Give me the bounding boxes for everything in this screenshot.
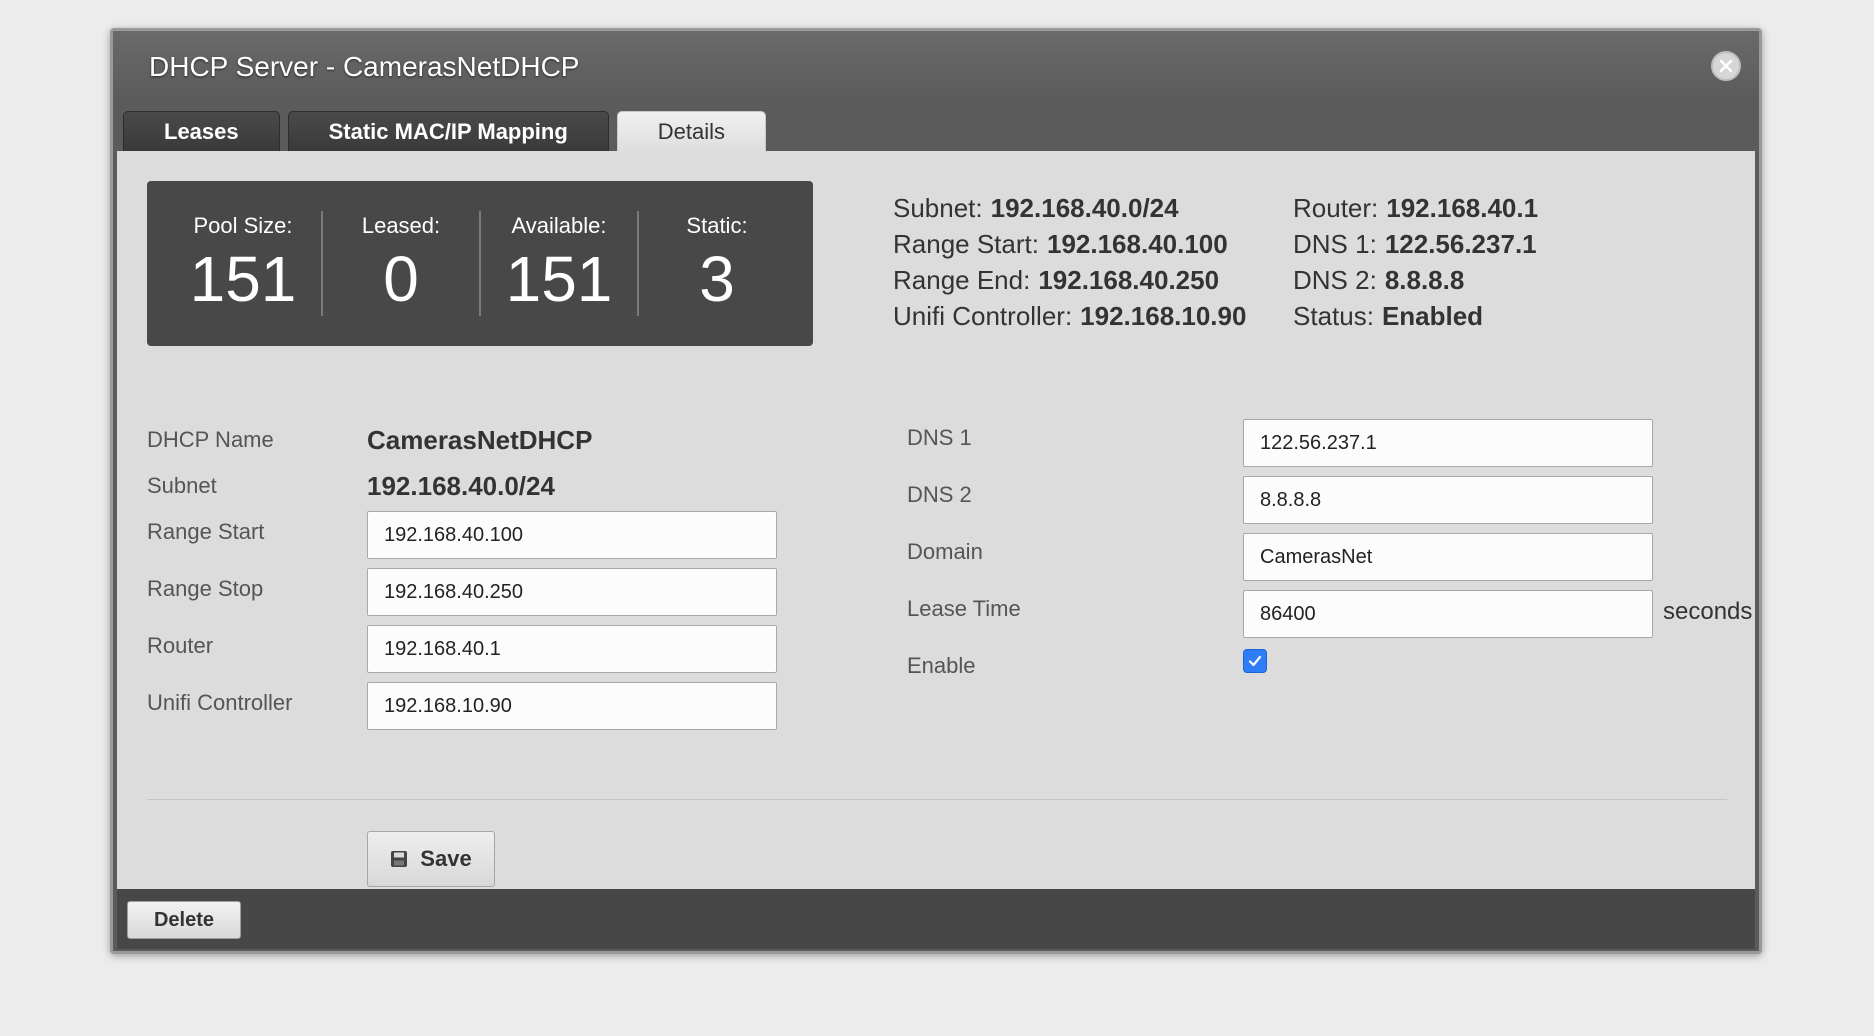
close-button[interactable]	[1711, 51, 1741, 81]
save-label: Save	[420, 846, 472, 871]
field-lease-time: Lease Time seconds	[907, 590, 1752, 647]
router-input[interactable]	[367, 625, 777, 673]
dialog-titlebar: DHCP Server - CamerasNetDHCP	[113, 31, 1759, 103]
form-right-column: DNS 1 DNS 2 Domain Lease Time seconds En…	[907, 419, 1752, 704]
dhcp-server-dialog: DHCP Server - CamerasNetDHCP Leases Stat…	[110, 28, 1762, 954]
lease-time-input[interactable]	[1243, 590, 1653, 638]
pool-stats-panel: Pool Size: 151 Leased: 0 Available: 151 …	[147, 181, 813, 346]
field-dns2: DNS 2	[907, 476, 1707, 533]
range-stop-label: Range Stop	[147, 576, 264, 601]
dns1-input[interactable]	[1243, 419, 1653, 467]
stat-leased: Leased: 0	[323, 211, 481, 316]
summary-dns1: DNS 1: 122.56.237.1	[1293, 229, 1537, 259]
summary-range-end: Range End: 192.168.40.250	[893, 265, 1220, 295]
delete-button[interactable]: Delete	[127, 901, 241, 939]
dialog-title: DHCP Server - CamerasNetDHCP	[149, 51, 580, 82]
field-subnet: Subnet 192.168.40.0/24	[147, 465, 827, 511]
enable-checkbox[interactable]	[1243, 649, 1267, 673]
stat-available: Available: 151	[481, 211, 639, 316]
close-icon	[1719, 59, 1733, 73]
range-start-label: Range Start	[147, 519, 265, 544]
field-range-start: Range Start	[147, 511, 827, 568]
unifi-controller-input[interactable]	[367, 682, 777, 730]
enable-label: Enable	[907, 653, 976, 678]
range-start-input[interactable]	[367, 511, 777, 559]
lease-time-label: Lease Time	[907, 596, 1021, 621]
subnet-label: Subnet	[147, 473, 217, 498]
field-enable: Enable	[907, 647, 1707, 704]
stat-pool-size: Pool Size: 151	[165, 211, 323, 316]
stat-static: Static: 3	[639, 211, 795, 316]
summary-status: Status: Enabled	[1293, 301, 1484, 331]
dns1-label: DNS 1	[907, 425, 972, 450]
dns2-input[interactable]	[1243, 476, 1653, 524]
stat-value: 0	[383, 243, 419, 315]
form-left-column: DHCP Name CamerasNetDHCP Subnet 192.168.…	[147, 419, 827, 739]
lease-time-suffix: seconds	[1663, 598, 1753, 625]
summary-unifi-controller: Unifi Controller: 192.168.10.90	[893, 301, 1247, 331]
summary-dns2: DNS 2: 8.8.8.8	[1293, 265, 1465, 295]
dhcp-name-label: DHCP Name	[147, 427, 274, 452]
summary-router: Router: 192.168.40.1	[1293, 193, 1539, 223]
details-panel: Pool Size: 151 Leased: 0 Available: 151 …	[117, 151, 1755, 889]
checkmark-icon	[1248, 655, 1262, 667]
range-stop-input[interactable]	[367, 568, 777, 616]
field-router: Router	[147, 625, 827, 682]
field-domain: Domain	[907, 533, 1707, 590]
dns2-label: DNS 2	[907, 482, 972, 507]
summary-info: Subnet: 192.168.40.0/24 Router: 192.168.40…	[893, 193, 1593, 333]
tab-static-mac-ip-mapping[interactable]: Static MAC/IP Mapping	[287, 111, 609, 151]
domain-label: Domain	[907, 539, 983, 564]
summary-range-start: Range Start: 192.168.40.100	[893, 229, 1228, 259]
tab-details[interactable]: Details	[616, 111, 767, 151]
stat-value: 151	[505, 243, 613, 315]
tab-bar: Leases Static MAC/IP Mapping Details	[123, 111, 767, 151]
field-unifi-controller: Unifi Controller	[147, 682, 827, 739]
stat-value: 151	[189, 243, 297, 315]
floppy-disk-icon	[391, 851, 408, 867]
router-label: Router	[147, 633, 214, 658]
save-button[interactable]: Save	[367, 831, 495, 887]
stat-label: Leased:	[361, 213, 441, 238]
stat-label: Static:	[686, 213, 748, 238]
summary-subnet: Subnet: 192.168.40.0/24	[893, 193, 1179, 223]
dialog-footer: Delete	[117, 889, 1755, 949]
form-divider	[147, 799, 1727, 800]
stat-label: Available:	[511, 213, 607, 238]
subnet-value: 192.168.40.0/24	[367, 471, 555, 501]
field-dhcp-name: DHCP Name CamerasNetDHCP	[147, 419, 827, 465]
tab-leases[interactable]: Leases	[123, 111, 280, 151]
domain-input[interactable]	[1243, 533, 1653, 581]
stat-value: 3	[699, 243, 735, 315]
unifi-controller-label: Unifi Controller	[147, 690, 293, 715]
field-dns1: DNS 1	[907, 419, 1707, 476]
field-range-stop: Range Stop	[147, 568, 827, 625]
dhcp-name-value: CamerasNetDHCP	[367, 425, 593, 455]
stat-label: Pool Size:	[193, 213, 293, 238]
